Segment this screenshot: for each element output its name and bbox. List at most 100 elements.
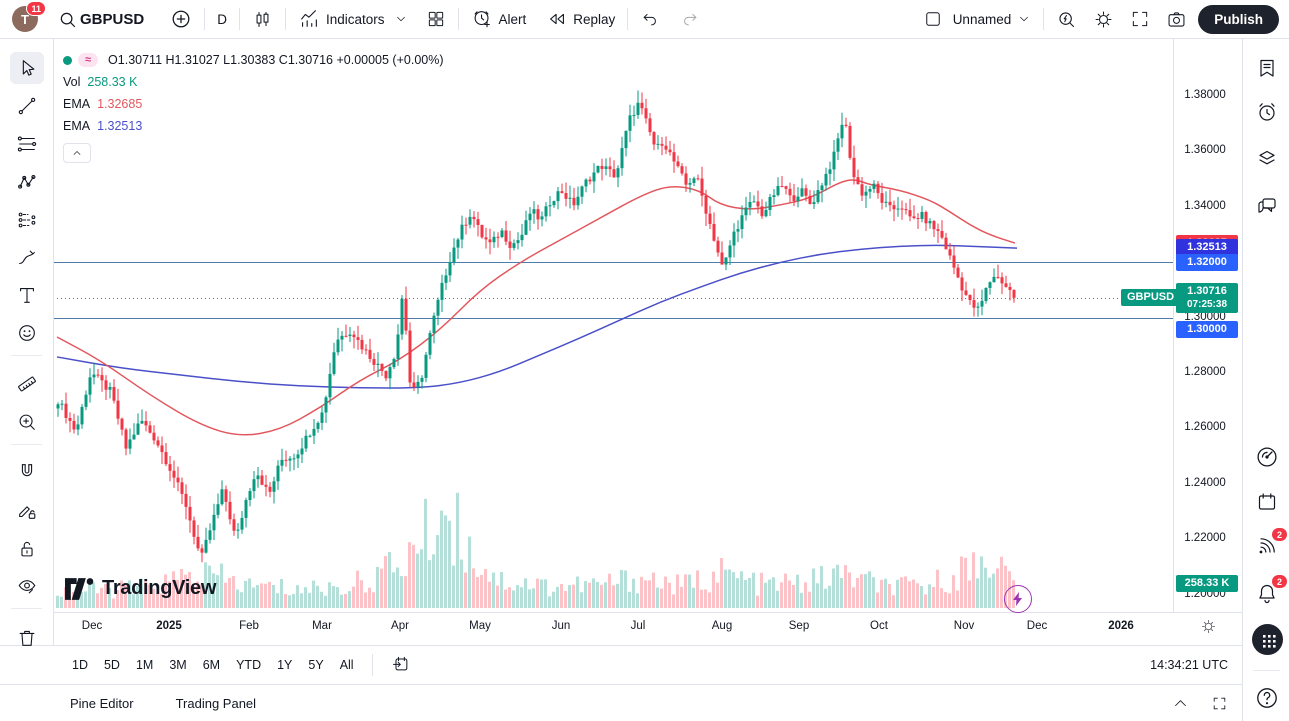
tool-cursor[interactable] — [10, 52, 44, 84]
screener-icon — [1254, 444, 1280, 470]
collapse-legend-button[interactable] — [63, 143, 91, 163]
tool-xabcd-pattern[interactable] — [10, 166, 44, 198]
timeframe-1y[interactable]: 1Y — [269, 654, 300, 676]
tool-brush[interactable] — [10, 242, 44, 274]
legend-main-row[interactable]: ≈ O1.30711 H1.31027 L1.30383 C1.30716 +0… — [63, 49, 444, 71]
interval-button[interactable]: D — [212, 4, 232, 34]
legend-ema2-row[interactable]: EMA 1.32513 — [63, 115, 444, 137]
hide-drawings-icon — [16, 575, 38, 597]
chart-style-button[interactable] — [247, 4, 278, 34]
tool-remove-drawings[interactable] — [10, 622, 44, 654]
time-tick: Jul — [631, 620, 646, 632]
price-label-badge: 258.33 K — [1176, 575, 1238, 592]
timeframe-1m[interactable]: 1M — [128, 654, 161, 676]
sidebar-screener-button[interactable] — [1253, 443, 1281, 471]
sidebar-object-tree-button[interactable] — [1253, 144, 1281, 172]
quick-search-button[interactable] — [1051, 4, 1082, 34]
timeframe-6m[interactable]: 6M — [195, 654, 228, 676]
toolbar-divider — [11, 444, 42, 445]
undo-button[interactable] — [635, 4, 665, 34]
time-tick: Feb — [239, 620, 259, 632]
sidebar-apps-button[interactable] — [1252, 624, 1283, 655]
price-axis[interactable]: 1.380001.360001.340001.320001.300001.280… — [1173, 38, 1243, 612]
right-sidebar: 22 — [1242, 38, 1289, 721]
user-avatar[interactable]: T 11 — [12, 6, 38, 32]
settings-button[interactable] — [1088, 4, 1119, 34]
tool-forecast[interactable] — [10, 204, 44, 236]
tool-trend-line[interactable] — [10, 90, 44, 122]
sidebar-chat-button[interactable] — [1253, 192, 1281, 220]
pine-editor-tab[interactable]: Pine Editor — [70, 696, 134, 711]
maximize-panel-icon[interactable] — [1211, 695, 1228, 712]
time-axis[interactable]: Dec2025FebMarAprMayJunJulAugSepOctNovDec… — [53, 612, 1242, 646]
tool-hide-drawings[interactable] — [10, 570, 44, 602]
compare-add-button[interactable] — [165, 4, 197, 34]
sidebar-streams-button[interactable]: 2 — [1253, 532, 1281, 560]
sidebar-alerts-clock-button[interactable] — [1253, 98, 1281, 126]
layout-name-button[interactable]: Unnamed — [948, 4, 1037, 34]
tool-lock-all[interactable] — [10, 533, 44, 565]
chart-legend: ≈ O1.30711 H1.31027 L1.30383 C1.30716 +0… — [63, 49, 444, 163]
sidebar-calendar-button[interactable] — [1253, 488, 1281, 516]
tool-fib-retracement[interactable] — [10, 128, 44, 160]
server-clock[interactable]: 14:34:21 UTC — [1150, 658, 1228, 672]
tradingview-watermark: TradingView — [65, 577, 216, 600]
tool-measure[interactable] — [10, 368, 44, 400]
undo-icon — [640, 9, 660, 29]
price-tick: 1.28000 — [1174, 366, 1236, 378]
quick-search-icon — [1056, 9, 1077, 30]
notifications-badge: 2 — [1271, 574, 1288, 589]
axis-settings-button[interactable] — [1200, 618, 1217, 638]
chart-area[interactable]: 1.380001.360001.340001.320001.300001.280… — [53, 38, 1242, 612]
timeframe-1d[interactable]: 1D — [64, 654, 96, 676]
time-tick: Aug — [712, 620, 732, 632]
trading-panel-tab[interactable]: Trading Panel — [176, 696, 256, 711]
timeframe-ytd[interactable]: YTD — [228, 654, 269, 676]
replay-label: Replay — [573, 12, 615, 27]
chat-icon — [1255, 194, 1279, 218]
sidebar-help-button[interactable] — [1253, 684, 1281, 712]
save-layout-checkbox[interactable] — [918, 4, 948, 34]
tool-drawing-mode-lock[interactable] — [10, 495, 44, 527]
help-icon — [1254, 685, 1280, 711]
fullscreen-button[interactable] — [1125, 4, 1155, 34]
symbol-name[interactable]: GBPUSD — [80, 11, 144, 28]
tool-emoji[interactable] — [10, 317, 44, 349]
drawing-toolbar — [0, 38, 54, 645]
indicators-button[interactable]: Indicators — [293, 4, 390, 34]
approx-data-badge[interactable]: ≈ — [78, 53, 98, 67]
watchlist-icon — [1255, 56, 1279, 80]
sidebar-watchlist-button[interactable] — [1253, 54, 1281, 82]
tool-magnet[interactable] — [10, 456, 44, 488]
legend-volume-row[interactable]: Vol 258.33 K — [63, 71, 444, 93]
tool-zoom-in[interactable] — [10, 406, 44, 438]
top-toolbar: T 11 GBPUSD D Indicators — [0, 0, 1289, 39]
zoom-in-icon — [16, 411, 38, 433]
expand-panel-chevron-icon[interactable] — [1172, 695, 1189, 712]
timeframe-all[interactable]: All — [332, 654, 362, 676]
sidebar-notifications-button[interactable]: 2 — [1253, 579, 1281, 607]
alert-button[interactable]: Alert — [466, 4, 531, 34]
replay-button[interactable]: Replay — [541, 4, 620, 34]
events-lightning-icon[interactable] — [1004, 585, 1032, 613]
publish-button[interactable]: Publish — [1198, 5, 1279, 34]
legend-ema1-row[interactable]: EMA 1.32685 — [63, 93, 444, 115]
ema2-value: 1.32513 — [97, 119, 142, 133]
gear-icon — [1200, 618, 1217, 635]
timeframe-5y[interactable]: 5Y — [300, 654, 331, 676]
calendar-go-icon — [391, 654, 411, 674]
timeframe-3m[interactable]: 3M — [161, 654, 194, 676]
tool-text[interactable] — [10, 279, 44, 311]
timeframe-5d[interactable]: 5D — [96, 654, 128, 676]
snapshot-button[interactable] — [1161, 4, 1192, 34]
replay-icon — [546, 8, 568, 30]
time-tick: 2025 — [156, 620, 182, 632]
indicators-dropdown-arrow[interactable] — [389, 4, 413, 34]
redo-button[interactable] — [675, 4, 705, 34]
streams-badge: 2 — [1271, 527, 1288, 542]
symbol-search-button[interactable]: GBPUSD — [52, 4, 149, 34]
multichart-layout-button[interactable] — [421, 4, 451, 34]
price-label-badge: 1.30000 — [1176, 321, 1238, 338]
fib-retracement-icon — [16, 133, 38, 155]
go-to-date-button[interactable] — [383, 650, 419, 681]
